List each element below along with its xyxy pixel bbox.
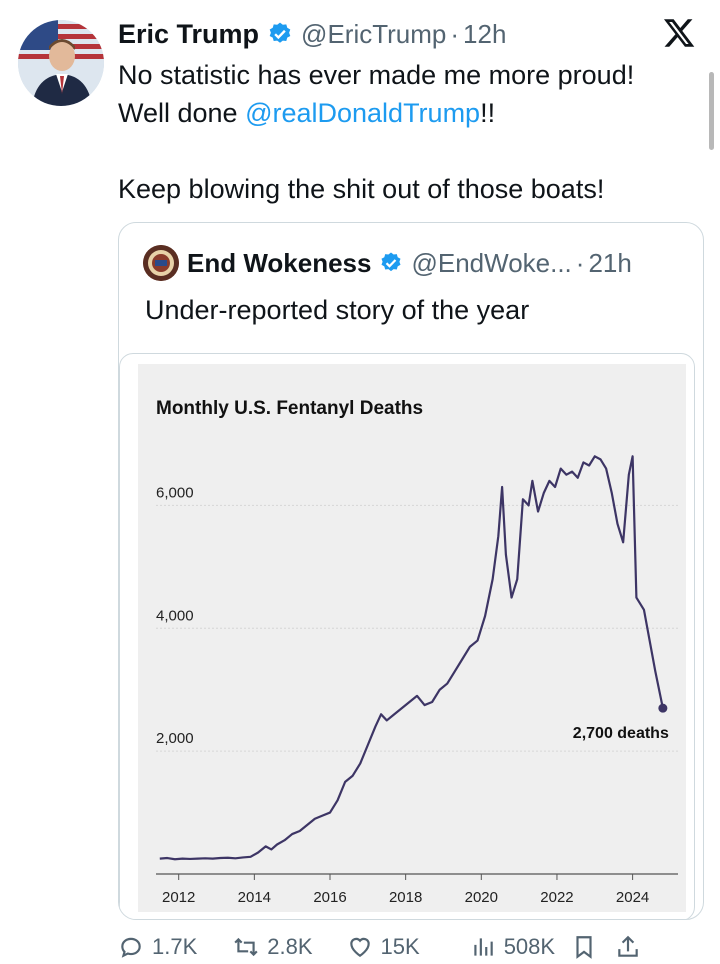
annotation-point [658,703,668,713]
x-tick-label: 2024 [616,889,649,906]
views-count: 508K [503,934,556,959]
x-tick-label: 2012 [162,889,195,906]
x-tick-label: 2018 [389,889,422,906]
x-tick-label: 2014 [238,889,271,906]
x-logo-icon[interactable] [662,16,696,50]
chart-title: Monthly U.S. Fentanyl Deaths [156,398,423,419]
bookmark-button[interactable] [571,934,605,960]
like-button[interactable]: 15K [347,934,420,960]
series-line [159,455,664,861]
quoted-verified-badge-icon [381,252,401,272]
mention-link[interactable]: @realDonaldTrump [245,98,480,128]
quoted-author-handle[interactable]: @EndWoke... [411,248,571,279]
chart-panel: Monthly U.S. Fentanyl Deaths 2,000 4,000 6… [138,364,686,912]
tweet-header: Eric Trump @EricTrump · 12h [118,14,660,54]
reply-icon [121,937,141,958]
retweet-icon [234,937,258,957]
scrollbar[interactable] [709,72,714,150]
quoted-tweet-time[interactable]: 21h [588,248,631,279]
like-count: 15K [380,934,420,959]
chart-y-ticks: 2,000 4,000 6,000 [156,484,194,747]
y-tick-label: 4,000 [156,607,194,624]
annotation-label: 2,700 deaths [573,725,669,742]
tweet-line-2-suffix: !! [480,98,496,128]
heart-icon [349,937,370,957]
chart-grid [156,504,678,752]
share-icon [618,935,638,957]
quoted-author-avatar[interactable] [143,245,179,281]
y-tick-label: 6,000 [156,484,194,501]
tweet-line-3: Keep blowing the shit out of those boats… [118,174,605,204]
chart-x-axis: 2012 2014 2016 2018 2020 2022 2024 [156,873,678,906]
chart-annotation-group: 2,700 deaths [573,703,669,742]
views-button[interactable]: 508K [470,934,555,960]
quoted-tweet-text: Under-reported story of the year [145,295,530,325]
tweet-line-2-prefix: Well done [118,98,246,128]
x-tick-label: 2022 [540,889,573,906]
retweet-count: 2.8K [267,934,313,959]
quoted-tweet[interactable]: End Wokeness @EndWoke... · 21h Under-rep… [118,222,704,920]
y-tick-label: 2,000 [156,730,194,747]
verified-badge-icon [269,22,291,43]
retweet-button[interactable]: 2.8K [233,934,313,960]
quoted-separator-dot: · [575,247,585,278]
views-icon [474,938,493,956]
tweet-line-1: No statistic has ever made me more proud… [118,60,635,90]
x-tick-label: 2020 [465,889,498,906]
chart-series [159,455,664,861]
tweet-line-2: Well done @realDonaldTrump!! [118,94,698,132]
reply-button[interactable]: 1.7K [118,934,197,960]
bookmark-icon [576,936,592,959]
separator-dot: · [450,18,460,49]
tweet-time[interactable]: 12h [463,19,506,50]
fentanyl-deaths-chart: Monthly U.S. Fentanyl Deaths 2,000 4,000 6… [156,398,678,906]
author-name[interactable]: Eric Trump [118,19,259,50]
author-avatar[interactable] [18,20,104,106]
quoted-tweet-header: End Wokeness @EndWoke... · 21h [143,245,632,281]
reply-count: 1.7K [152,934,198,959]
quoted-author-name[interactable]: End Wokeness [187,248,371,279]
share-button[interactable] [615,934,649,960]
chart-image[interactable]: Monthly U.S. Fentanyl Deaths 2,000 4,000 6… [119,353,695,919]
x-tick-label: 2016 [313,889,346,906]
tweet-action-bar: 1.7K 2.8K 15K 508K [118,930,708,964]
tweet-text: No statistic has ever made me more proud… [118,56,698,208]
author-handle[interactable]: @EricTrump [301,19,446,50]
